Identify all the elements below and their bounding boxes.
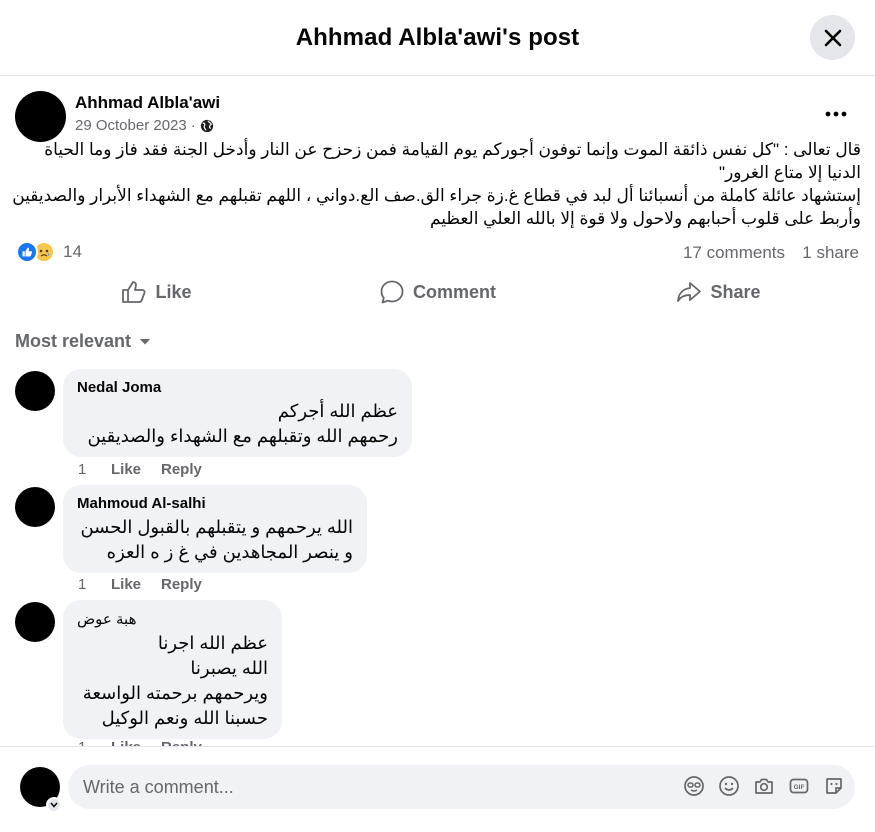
- author-name[interactable]: Ahhmad Albla'awi: [75, 93, 220, 113]
- comment-bubble: هبة عوض عظم الله اجرنا الله يصبرنا ويرحم…: [63, 600, 282, 739]
- like-reaction-icon: [16, 241, 38, 263]
- comment-like-button[interactable]: Like: [111, 576, 161, 593]
- post-action-bar: Like Comment Share: [16, 270, 859, 314]
- more-icon: [825, 111, 847, 117]
- comment-author[interactable]: Nedal Joma: [77, 379, 398, 396]
- comment-like-button[interactable]: Like: [111, 461, 161, 478]
- comment-actions: 1 Like Reply: [78, 576, 202, 593]
- comment-reply-button[interactable]: Reply: [161, 461, 202, 478]
- comment-actions: 1 Like Reply: [78, 461, 202, 478]
- commenter-avatar[interactable]: [15, 371, 55, 411]
- dialog-title: Ahhmad Albla'awi's post: [295, 23, 580, 51]
- share-button[interactable]: Share: [578, 270, 859, 314]
- commenter-avatar[interactable]: [15, 487, 55, 527]
- comment-input[interactable]: [83, 776, 663, 798]
- close-icon: [824, 29, 841, 46]
- post-body: قال تعالى : "كل نفس ذائقة الموت وإنما تو…: [10, 138, 861, 230]
- commenter-avatar[interactable]: [15, 602, 55, 642]
- comment-bubble: Nedal Joma عظم الله أجركم رحمهم الله وتق…: [63, 369, 412, 457]
- share-button-label: Share: [710, 281, 761, 302]
- comment-age[interactable]: 1: [78, 576, 111, 593]
- globe-icon: [200, 119, 213, 132]
- like-button-label: Like: [155, 281, 192, 302]
- thumbs-up-icon: [122, 281, 146, 303]
- avatar-sticker-button[interactable]: [683, 775, 705, 797]
- composer-icons: GIF: [683, 775, 845, 797]
- shares-count-link[interactable]: 1 share: [802, 243, 859, 263]
- gif-button[interactable]: GIF: [788, 775, 810, 797]
- author-avatar[interactable]: [15, 91, 66, 142]
- comment-icon: [380, 280, 404, 304]
- gif-icon: GIF: [789, 778, 809, 794]
- reactions-summary[interactable]: 14: [16, 241, 82, 263]
- post-meta: 29 October 2023 ·: [75, 117, 214, 134]
- sticker-icon: [826, 778, 842, 794]
- sticker-button[interactable]: [823, 775, 845, 797]
- avatar-sticker-icon: [684, 776, 704, 796]
- more-options-button[interactable]: [821, 104, 851, 124]
- comment-line: عظم الله اجرنا: [157, 633, 268, 653]
- comment-bubble: Mahmoud Al-salhi الله يرحمهم و يتقبلهم ب…: [63, 485, 367, 573]
- comment-button-label: Comment: [412, 281, 496, 302]
- caret-down-icon: [140, 338, 151, 344]
- chevron-down-icon: [50, 802, 58, 808]
- comment-reply-button[interactable]: Reply: [161, 576, 202, 593]
- close-button[interactable]: [810, 15, 855, 60]
- profile-switch-button[interactable]: [46, 797, 62, 813]
- post-date[interactable]: 29 October 2023: [75, 117, 187, 134]
- share-icon: [677, 282, 702, 302]
- svg-text:GIF: GIF: [794, 784, 805, 791]
- comment-line: عظم الله أجركم: [277, 401, 398, 421]
- comment-line: حسبنا الله ونعم الوكيل: [101, 708, 268, 728]
- comment-author[interactable]: هبة عوض: [77, 610, 268, 628]
- sort-label: Most relevant: [15, 331, 132, 351]
- comment-line: الله يرحمهم و يتقبلهم بالقبول الحسن: [80, 517, 353, 537]
- emoji-button[interactable]: [718, 775, 740, 797]
- comment-author[interactable]: Mahmoud Al-salhi: [77, 495, 353, 512]
- like-button[interactable]: Like: [16, 270, 297, 314]
- comment-age[interactable]: 1: [78, 461, 111, 478]
- post-text-paragraph-2: إستشهاد عائلة كاملة من أنسبائنا أل لبد ف…: [12, 186, 861, 228]
- comment-line: الله يصبرنا: [190, 658, 268, 678]
- post-dialog-header: Ahhmad Albla'awi's post: [0, 0, 875, 76]
- comment-line: ويرحمهم برحمته الواسعة: [82, 683, 268, 703]
- camera-button[interactable]: [753, 775, 775, 797]
- comment-composer: GIF: [0, 746, 875, 832]
- comments-count-link[interactable]: 17 comments: [683, 243, 785, 263]
- post-text-paragraph-1: قال تعالى : "كل نفس ذائقة الموت وإنما تو…: [44, 140, 861, 182]
- meta-separator: ·: [190, 117, 196, 134]
- comment-button[interactable]: Comment: [297, 270, 578, 314]
- comment-line: و ينصر المجاهدين في غ ز ه العزه: [106, 542, 353, 562]
- comment-sort-dropdown[interactable]: Most relevant: [15, 331, 151, 352]
- emoji-icon: [719, 776, 739, 796]
- comment-line: رحمهم الله وتقبلهم مع الشهداء والصديقين: [87, 426, 398, 446]
- camera-icon: [755, 778, 773, 794]
- comment-input-wrapper: GIF: [68, 765, 855, 809]
- reaction-count: 14: [63, 242, 82, 261]
